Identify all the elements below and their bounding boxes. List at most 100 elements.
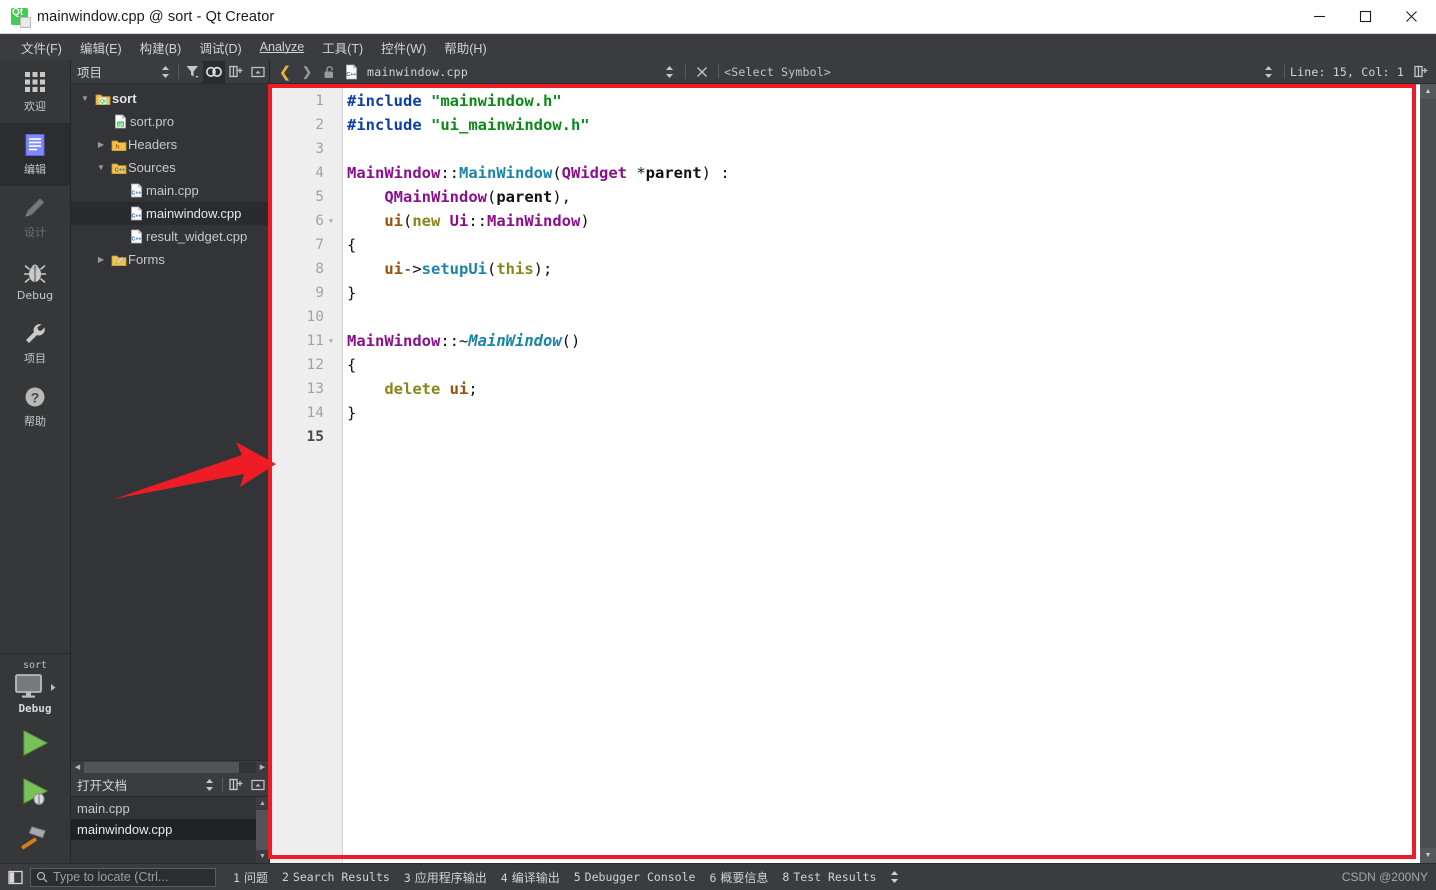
scroll-left-icon[interactable]: ◀ — [71, 761, 84, 774]
editor-toolbar: ❮ ❯ C++ mainwindow.cpp <Select Symbol> L… — [270, 60, 1436, 84]
toolbar-separator — [1284, 64, 1286, 79]
close-x-icon — [697, 66, 708, 77]
editor-vscrollbar[interactable]: ▲ ▼ — [1420, 84, 1436, 863]
main-area: 欢迎 编辑 设计 Debug 项目 ? 帮助 sort Debug 项目 ▼ Q… — [0, 60, 1436, 863]
mode-debug-label: Debug — [16, 288, 54, 302]
output-pane-selector[interactable] — [883, 866, 905, 888]
close-button[interactable] — [1388, 0, 1434, 33]
od-scroll-track[interactable] — [256, 810, 269, 850]
tree-item-forms[interactable]: ▶ Forms — [71, 248, 269, 271]
lock-toggle-button[interactable] — [318, 61, 340, 83]
output-pane-compile-output[interactable]: 4 编译输出 — [494, 867, 567, 888]
editor-split-button[interactable] — [1410, 61, 1432, 83]
code-line: #include "ui_mainwindow.h" — [347, 113, 1420, 137]
navigate-forward-button[interactable]: ❯ — [296, 61, 318, 83]
output-pane-application-output[interactable]: 3 应用程序输出 — [397, 867, 494, 888]
folder-cpp-icon: C++ — [109, 161, 128, 175]
opendocs-collapse-panel[interactable] — [247, 774, 269, 796]
menu-item-debug[interactable]: 调试(D) — [190, 35, 250, 60]
code-text[interactable]: #include "mainwindow.h" #include "ui_main… — [343, 85, 1420, 863]
scroll-down-icon[interactable]: ▼ — [256, 850, 269, 863]
tree-item-sources[interactable]: ▼ C++ Sources — [71, 156, 269, 179]
menu-item-help[interactable]: 帮助(H) — [435, 35, 495, 60]
tree-item-result-widget-cpp[interactable]: C++ result_widget.cpp — [71, 225, 269, 248]
menu-item-file[interactable]: 文件(F) — [12, 35, 71, 60]
chevron-right-icon[interactable]: ▶ — [93, 255, 109, 264]
open-documents-vscrollbar[interactable]: ▲ ▼ — [256, 797, 269, 863]
maximize-button[interactable] — [1342, 0, 1388, 33]
scroll-right-icon[interactable]: ▶ — [256, 761, 269, 774]
output-pane-search-results[interactable]: 2 Search Results — [275, 868, 397, 886]
editor-filename[interactable]: mainwindow.cpp — [367, 65, 468, 79]
project-tree-hscrollbar[interactable]: ◀ ▶ — [71, 760, 269, 773]
locator-search-box[interactable]: Type to locate (Ctrl... — [30, 867, 216, 887]
minimize-button[interactable] — [1296, 0, 1342, 33]
output-pane-general-messages[interactable]: 6 概要信息 — [702, 867, 775, 888]
tree-item-mainwindow-cpp[interactable]: C++ mainwindow.cpp — [71, 202, 269, 225]
mode-help[interactable]: ? 帮助 — [0, 375, 70, 438]
open-documents-list[interactable]: main.cpp mainwindow.cpp ▲ ▼ — [71, 797, 269, 863]
tree-item-headers[interactable]: ▶ h Headers — [71, 133, 269, 156]
code-token: Ui — [449, 212, 469, 230]
mode-projects[interactable]: 项目 — [0, 312, 70, 375]
folder-forms-icon — [109, 253, 128, 267]
line-number: 1 — [315, 93, 324, 109]
menu-item-edit[interactable]: 编辑(E) — [71, 35, 131, 60]
hscroll-track[interactable] — [84, 761, 256, 773]
menu-item-tools[interactable]: 工具(T) — [313, 35, 372, 60]
od-scroll-thumb[interactable] — [256, 810, 269, 850]
editor-pos-dropdown[interactable] — [1257, 61, 1279, 83]
open-doc-mainwindow-cpp[interactable]: mainwindow.cpp — [71, 819, 256, 840]
scroll-down-icon[interactable]: ▼ — [1420, 848, 1436, 863]
kit-selector[interactable]: sort Debug — [0, 653, 70, 719]
build-button[interactable] — [0, 815, 70, 863]
fold-marker-icon[interactable]: ▼ — [324, 217, 338, 225]
code-line: ui(new Ui::MainWindow) — [347, 209, 1420, 233]
mode-edit[interactable]: 编辑 — [0, 123, 70, 186]
up-down-arrows-icon — [665, 65, 673, 78]
output-pane-debugger-console[interactable]: 5 Debugger Console — [567, 868, 703, 886]
tree-item-sort[interactable]: ▼ Qt sort — [71, 87, 269, 110]
svg-text:C++: C++ — [132, 236, 142, 242]
opendocs-add-split[interactable] — [225, 774, 247, 796]
debug-button[interactable] — [0, 767, 70, 815]
scroll-up-icon[interactable]: ▲ — [256, 797, 269, 810]
menu-item-build[interactable]: 构建(B) — [131, 35, 191, 60]
editor-close-button[interactable] — [691, 61, 713, 83]
project-sync-selector[interactable] — [154, 61, 176, 83]
code-token: MainWindow — [347, 332, 441, 350]
split-plus-icon — [1414, 65, 1428, 78]
open-doc-main-cpp[interactable]: main.cpp — [71, 798, 256, 819]
fold-marker-icon[interactable]: ▼ — [324, 337, 338, 345]
mode-debug[interactable]: Debug — [0, 249, 70, 312]
symbol-selector[interactable]: <Select Symbol> — [724, 65, 831, 79]
editor-vscroll-track[interactable] — [1420, 99, 1436, 848]
mode-welcome[interactable]: 欢迎 — [0, 60, 70, 123]
menu-item-window[interactable]: 控件(W) — [372, 35, 435, 60]
scroll-up-icon[interactable]: ▲ — [1420, 84, 1436, 99]
output-pane-issues[interactable]: 1 问题 — [226, 867, 275, 888]
project-filter-button[interactable] — [181, 61, 203, 83]
code-token: ui — [449, 380, 469, 398]
code-token: { — [347, 356, 357, 374]
editor-file-dropdown[interactable] — [658, 61, 680, 83]
code-editor[interactable]: 1 2 3 4 5 6 ▼ 7 8 9 10 11 ▼ 12 13 14 15 #include "mainwi… — [270, 84, 1420, 863]
menu-item-analyze[interactable]: Analyze — [251, 37, 313, 57]
project-add-split[interactable] — [225, 61, 247, 83]
output-pane-test-results[interactable]: 8 Test Results — [775, 868, 883, 886]
tree-item-sort-pro[interactable]: Qt sort.pro — [71, 110, 269, 133]
chevron-down-icon[interactable]: ▼ — [93, 163, 109, 172]
project-link-with-editor[interactable] — [203, 60, 225, 83]
project-tree[interactable]: ▼ Qt sort Qt sort.pro ▶ h Headers ▼ C++ … — [71, 84, 269, 760]
opendocs-sync-selector[interactable] — [198, 774, 220, 796]
sidebar-toggle-button[interactable] — [4, 867, 26, 887]
project-collapse-panel[interactable] — [247, 61, 269, 83]
mode-projects-label: 项目 — [24, 352, 46, 365]
run-button[interactable] — [0, 719, 70, 767]
chevron-down-icon[interactable]: ▼ — [77, 94, 93, 103]
hscroll-thumb[interactable] — [84, 761, 239, 773]
chevron-right-icon[interactable]: ▶ — [93, 140, 109, 149]
navigate-back-button[interactable]: ❮ — [274, 61, 296, 83]
tree-item-main-cpp[interactable]: C++ main.cpp — [71, 179, 269, 202]
